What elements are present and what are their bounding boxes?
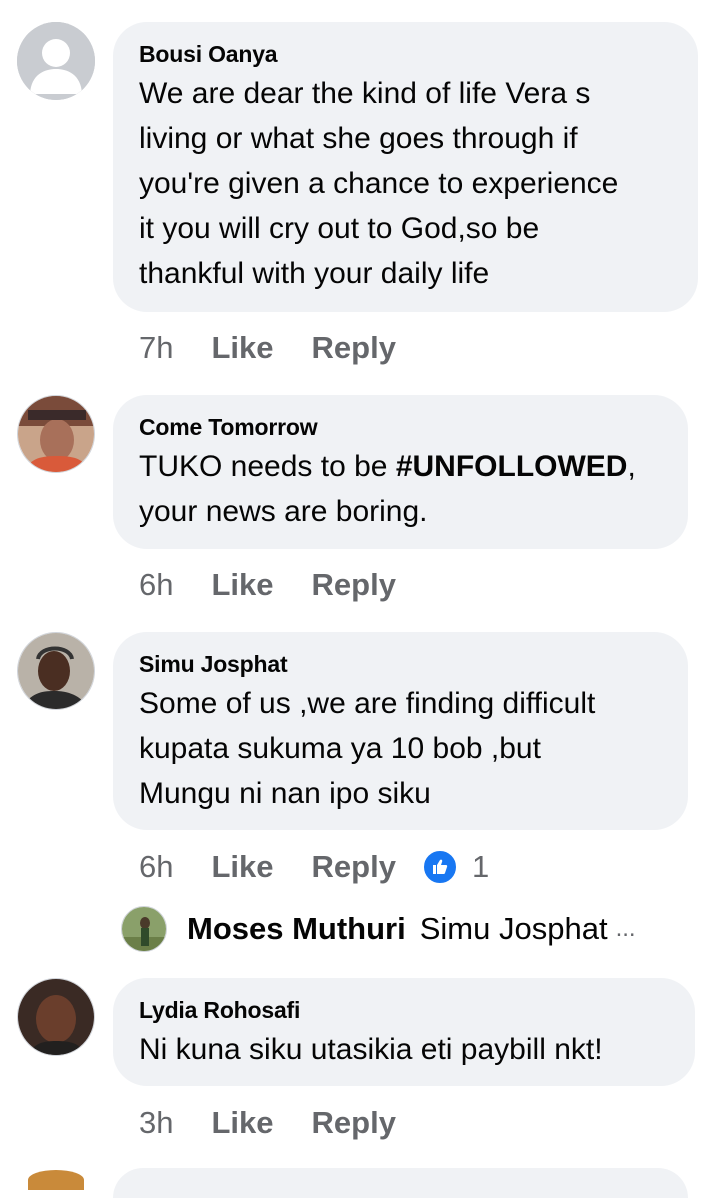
comment-text: TUKO needs to be #UNFOLLOWED, your news …: [139, 444, 662, 534]
comment-time[interactable]: 7h: [139, 330, 173, 366]
next-comment-avatar-partial[interactable]: [28, 1170, 84, 1190]
comment-bubble: Simu Josphat Some of us ,we are finding …: [113, 632, 688, 830]
like-button[interactable]: Like: [211, 849, 273, 885]
reaction-count: 1: [471, 849, 490, 884]
hashtag-link[interactable]: #UNFOLLOWED: [396, 450, 628, 483]
comment-text: Some of us ,we are finding difficult kup…: [139, 687, 596, 810]
like-reaction-icon: [421, 849, 458, 885]
user-photo-icon: [18, 633, 94, 709]
avatar[interactable]: [17, 395, 95, 473]
reply-author[interactable]: Moses Muthuri: [187, 911, 406, 947]
like-button[interactable]: Like: [211, 1105, 273, 1141]
comment-bubble: Come Tomorrow TUKO needs to be #UNFOLLOW…: [113, 395, 688, 549]
comment-author[interactable]: Simu Josphat: [139, 650, 662, 678]
avatar[interactable]: [17, 978, 95, 1056]
comment-author[interactable]: Lydia Rohosafi: [139, 996, 669, 1024]
avatar-placeholder[interactable]: [17, 22, 95, 100]
comment-text-start: TUKO needs to be: [139, 450, 396, 483]
reply-button[interactable]: Reply: [312, 567, 396, 603]
avatar[interactable]: [17, 632, 95, 710]
like-button[interactable]: Like: [211, 330, 273, 366]
comment-actions: 7h Like Reply: [139, 328, 434, 368]
comment-time[interactable]: 3h: [139, 1105, 173, 1141]
comment-bubble: Lydia Rohosafi Ni kuna siku utasikia eti…: [113, 978, 695, 1086]
reaction-summary[interactable]: 1: [421, 849, 527, 885]
default-user-icon: [17, 22, 95, 100]
next-comment-bubble-partial: [113, 1168, 688, 1198]
user-photo-icon: [122, 907, 166, 951]
reply-text: Simu Josphat: [419, 911, 608, 946]
reply-button[interactable]: Reply: [312, 849, 396, 885]
comment-text: Ni kuna siku utasikia eti paybill nkt!: [139, 1033, 603, 1066]
comment-time[interactable]: 6h: [139, 849, 173, 885]
comment-time[interactable]: 6h: [139, 567, 173, 603]
comment-bubble: Bousi Oanya We are dear the kind of life…: [113, 22, 698, 312]
reply-button[interactable]: Reply: [312, 330, 396, 366]
comment-author[interactable]: Bousi Oanya: [139, 40, 672, 68]
reply-preview[interactable]: Moses Muthuri Simu Josphat ...: [121, 905, 636, 953]
comment-actions: 3h Like Reply: [139, 1103, 434, 1143]
reply-button[interactable]: Reply: [312, 1105, 396, 1141]
reply-avatar[interactable]: [121, 906, 167, 952]
user-photo-icon: [18, 979, 94, 1055]
comment-author[interactable]: Come Tomorrow: [139, 413, 662, 441]
comment-text: We are dear the kind of life Vera s livi…: [139, 77, 619, 290]
reply-ellipsis: ...: [615, 915, 636, 942]
like-button[interactable]: Like: [211, 567, 273, 603]
comment-actions: 6h Like Reply: [139, 565, 434, 605]
thumbs-up-icon: [432, 859, 448, 874]
user-photo-icon: [18, 396, 94, 472]
comment-actions: 6h Like Reply 1: [139, 847, 527, 887]
